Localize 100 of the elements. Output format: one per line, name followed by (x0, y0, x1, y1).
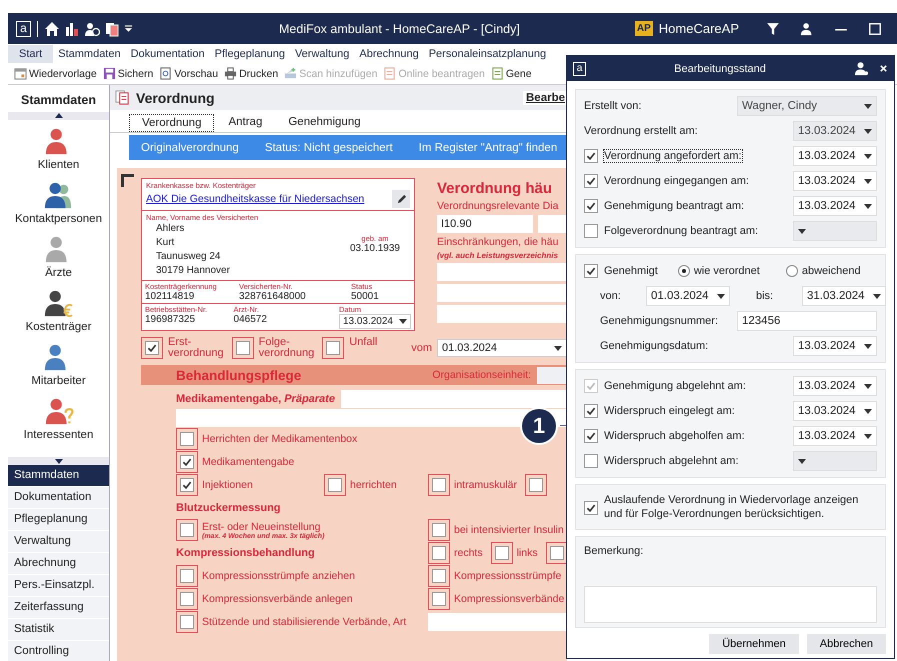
sidebar-item[interactable]: Klienten (38, 126, 80, 171)
dialog-button[interactable]: Abbrechen (806, 634, 886, 654)
date-field[interactable]: 13.03.2024 (793, 196, 877, 216)
checkbox[interactable] (432, 569, 446, 583)
approval-number-field[interactable]: 123456 (737, 311, 877, 331)
radio-button[interactable] (786, 265, 798, 277)
checkbox[interactable] (550, 546, 564, 560)
checkbox[interactable] (584, 174, 598, 188)
toolbar-button[interactable]: Vorschau (157, 67, 220, 80)
filter-icon[interactable] (766, 22, 780, 36)
date-field[interactable]: 13.03.2024 (793, 426, 877, 446)
checkbox[interactable] (529, 478, 544, 492)
menu-item[interactable]: Abrechnung (354, 46, 424, 62)
user-icon[interactable] (854, 61, 869, 76)
sidebar-item[interactable]: Kostenträger (26, 288, 92, 333)
home-icon[interactable] (44, 20, 60, 36)
checkbox[interactable] (584, 429, 598, 443)
sidebar-item[interactable]: Ärzte (44, 234, 74, 279)
diagnosis-field[interactable] (538, 215, 567, 233)
checkbox[interactable] (584, 149, 598, 163)
date-field[interactable]: 13.03.2024 (793, 146, 877, 166)
documents-icon[interactable] (104, 20, 120, 36)
nav-item[interactable]: Statistik (8, 619, 109, 641)
checkbox[interactable] (584, 199, 598, 213)
toolbar-button[interactable]: Gene (488, 67, 534, 80)
toolbar-button[interactable]: Sichern (100, 67, 156, 80)
checkbox[interactable] (432, 592, 446, 606)
date-field[interactable]: 13.03.2024 (793, 171, 877, 191)
date-field[interactable] (793, 221, 877, 241)
maximize-icon[interactable] (868, 22, 882, 36)
tab[interactable]: Genehmigung (276, 114, 373, 132)
nav-item[interactable]: Verwaltung (8, 531, 109, 553)
checkbox[interactable] (432, 523, 446, 537)
checkbox[interactable] (180, 523, 194, 537)
checkbox[interactable] (432, 546, 446, 560)
text-field[interactable] (437, 284, 567, 302)
insurer-link[interactable]: AOK Die Gesundheitskasse für Niedersachsen (146, 193, 364, 205)
checkbox[interactable] (180, 569, 194, 583)
checkbox[interactable] (145, 341, 159, 355)
date-field[interactable]: 01.03.2024 (646, 286, 730, 306)
checkbox[interactable] (180, 455, 194, 469)
checkbox[interactable] (180, 432, 194, 446)
sidebar-item[interactable]: Mitarbeiter (31, 342, 86, 387)
checkbox[interactable] (584, 404, 598, 418)
nav-item[interactable]: Zeiterfassung (8, 597, 109, 619)
checkbox[interactable] (180, 592, 194, 606)
nav-item[interactable]: Abrechnung (8, 553, 109, 575)
nav-item[interactable]: Stammdaten (8, 465, 109, 487)
checkbox[interactable] (584, 264, 598, 278)
nav-item[interactable]: Controlling (8, 641, 109, 661)
menu-item[interactable]: Pflegeplanung (210, 46, 290, 62)
chart-icon[interactable] (64, 20, 80, 36)
dialog-button[interactable]: Übernehmen (709, 634, 799, 654)
remark-field[interactable] (584, 586, 877, 623)
user-icon[interactable] (800, 22, 814, 36)
checkbox[interactable] (180, 478, 194, 492)
checkbox[interactable] (180, 615, 194, 629)
sidebar-item[interactable]: Interessenten (24, 396, 94, 441)
sidebar-item[interactable]: Kontaktpersonen (15, 180, 102, 225)
date-field[interactable]: 13.03.2024 (793, 336, 877, 356)
checkbox[interactable] (584, 501, 598, 515)
menu-item[interactable]: Personaleinsatzplanung (424, 46, 552, 62)
checkbox[interactable] (494, 546, 509, 560)
menu-item[interactable]: Dokumentation (126, 46, 210, 62)
diagnosis-field[interactable]: I10.90 (437, 215, 534, 233)
user-dropdown[interactable]: Wagner, Cindy (737, 96, 877, 116)
checkbox[interactable] (584, 454, 598, 468)
date-field[interactable]: 13.03.2024 (793, 401, 877, 421)
tab[interactable]: Antrag (216, 114, 274, 132)
checkbox[interactable] (328, 478, 342, 492)
nav-item[interactable]: Pflegeplanung (8, 509, 109, 531)
checkbox[interactable] (236, 341, 250, 355)
text-field[interactable] (437, 263, 567, 281)
org-unit-field[interactable] (537, 366, 567, 384)
status-button[interactable]: Bearbe (523, 90, 567, 104)
date-field[interactable]: 13.03.2024 (338, 314, 411, 329)
edit-button[interactable] (392, 190, 410, 208)
toolbar-button[interactable]: Drucken (222, 67, 280, 80)
menu-item[interactable]: Start (8, 44, 54, 62)
close-icon[interactable] (879, 64, 888, 73)
text-field[interactable] (437, 305, 567, 323)
date-field[interactable] (793, 451, 877, 471)
date-field[interactable]: 01.03.2024 (436, 339, 567, 357)
text-field[interactable] (428, 613, 567, 631)
toolbar-button[interactable]: Wiedervorlage (12, 67, 99, 80)
radio-button[interactable] (678, 265, 690, 277)
date-field[interactable]: 31.03.2024 (802, 286, 886, 306)
checkbox[interactable] (432, 478, 446, 492)
nav-item[interactable]: Dokumentation (8, 487, 109, 509)
date-field[interactable]: 13.03.2024 (793, 121, 877, 141)
menu-item[interactable]: Verwaltung (290, 46, 354, 62)
text-field[interactable] (340, 390, 567, 408)
nav-item[interactable]: Pers.-Einsatzpl. (8, 575, 109, 597)
field-label: Erstellt von: (584, 100, 642, 112)
menu-item[interactable]: Stammdaten (53, 46, 126, 62)
scroll-up-icon[interactable] (54, 113, 62, 118)
tab[interactable]: Verordnung (129, 114, 214, 132)
checkbox[interactable] (584, 224, 598, 238)
checkbox[interactable] (326, 341, 340, 355)
app-logo[interactable]: a (16, 20, 31, 36)
